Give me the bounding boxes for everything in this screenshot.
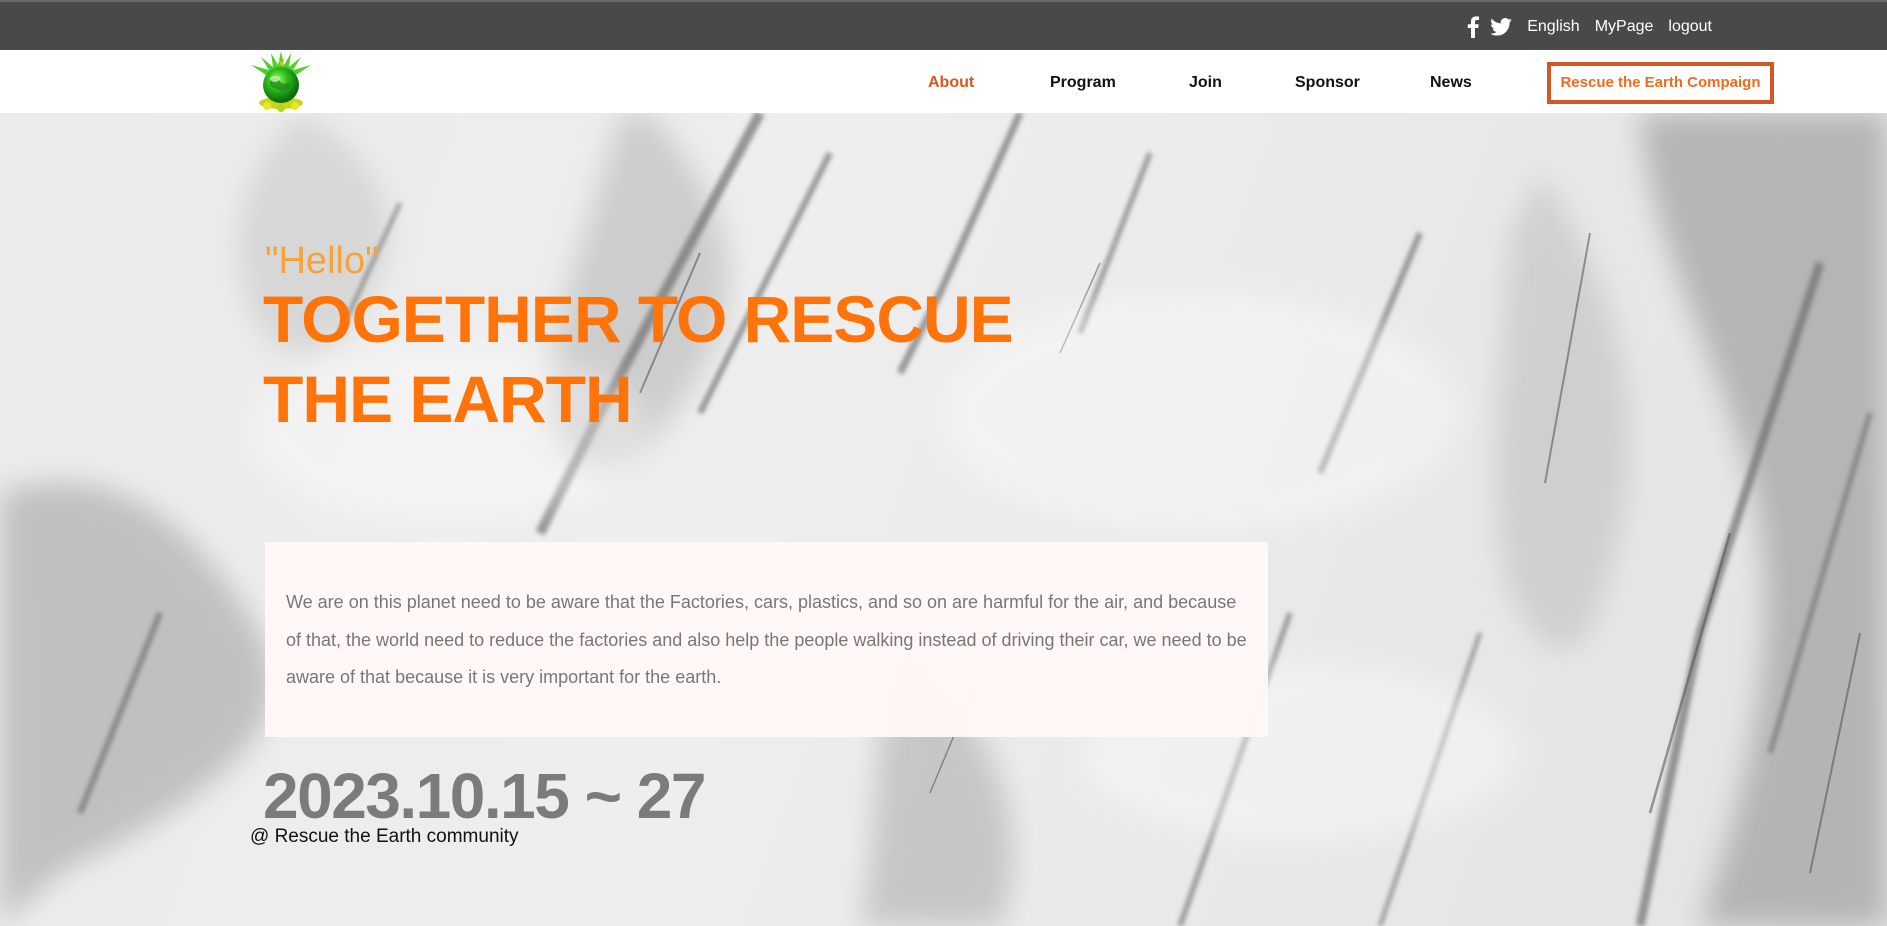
nav-program[interactable]: Program [1050,50,1116,113]
headline-line-2: THE EARTH [263,362,633,436]
nav-sponsor[interactable]: Sponsor [1295,50,1360,113]
headline-line-1: TOGETHER TO RESCUE [263,282,1014,356]
globe-logo[interactable] [247,51,315,113]
intro-text-box: We are on this planet need to be aware t… [265,542,1268,737]
logout-link[interactable]: logout [1668,18,1712,36]
organizer-credit: @ Rescue the Earth community [250,826,519,847]
utility-links: English MyPage logout [1467,2,1712,52]
hero-section: "Hello" TOGETHER TO RESCUE THE EARTH We … [0,113,1887,926]
facebook-icon[interactable] [1467,16,1480,38]
event-date-range: 2023.10.15 ~ 27 [263,760,706,832]
main-navbar: About Program Join Sponsor News Rescue t… [0,50,1887,113]
intro-text: We are on this planet need to be aware t… [286,592,1247,687]
hero-headline: TOGETHER TO RESCUE THE EARTH [263,279,1063,439]
top-utility-bar: English MyPage logout [0,0,1887,50]
rescue-campaign-button[interactable]: Rescue the Earth Compaign [1547,62,1774,104]
nav-join[interactable]: Join [1189,50,1222,113]
mypage-link[interactable]: MyPage [1595,18,1654,36]
nav-news[interactable]: News [1430,50,1472,113]
nav-about[interactable]: About [928,50,974,113]
hello-greeting: "Hello" [265,240,379,282]
language-link[interactable]: English [1527,18,1579,36]
twitter-icon[interactable] [1490,18,1513,36]
